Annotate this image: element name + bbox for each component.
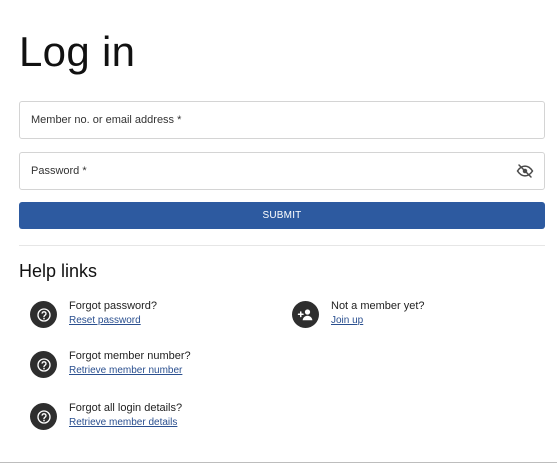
help-item-text: Forgot password? Reset password	[69, 300, 157, 326]
submit-button[interactable]: SUBMIT	[19, 202, 545, 229]
section-divider	[19, 245, 545, 246]
retrieve-member-number-link[interactable]: Retrieve member number	[69, 365, 191, 376]
help-question: Forgot all login details?	[69, 402, 183, 414]
reset-password-link[interactable]: Reset password	[69, 315, 157, 326]
help-item-forgot-member-number: Forgot member number? Retrieve member nu…	[30, 350, 191, 378]
help-question: Forgot member number?	[69, 350, 191, 362]
help-links-title: Help links	[19, 261, 98, 281]
email-field[interactable]: Member no. or email address *	[19, 101, 545, 139]
help-question: Not a member yet?	[331, 300, 425, 312]
question-circle-icon	[30, 403, 57, 430]
password-input[interactable]	[20, 153, 544, 189]
help-item-text: Not a member yet? Join up	[331, 300, 425, 326]
eye-slash-icon[interactable]	[516, 162, 534, 180]
retrieve-member-details-link[interactable]: Retrieve member details	[69, 417, 182, 428]
help-item-forgot-password: Forgot password? Reset password	[30, 300, 157, 328]
question-circle-icon	[30, 301, 57, 328]
password-field[interactable]: Password *	[19, 152, 545, 190]
help-item-join: Not a member yet? Join up	[292, 300, 425, 328]
help-item-forgot-login-details: Forgot all login details? Retrieve membe…	[30, 402, 182, 430]
question-circle-icon	[30, 351, 57, 378]
add-user-icon	[292, 301, 319, 328]
join-up-link[interactable]: Join up	[331, 315, 425, 326]
help-item-text: Forgot all login details? Retrieve membe…	[69, 402, 182, 428]
bottom-divider	[0, 462, 557, 463]
email-input[interactable]	[20, 102, 544, 138]
login-page: Log in Member no. or email address * Pas…	[0, 0, 557, 467]
help-question: Forgot password?	[69, 300, 158, 312]
page-title: Log in	[19, 28, 136, 75]
help-item-text: Forgot member number? Retrieve member nu…	[69, 350, 191, 376]
